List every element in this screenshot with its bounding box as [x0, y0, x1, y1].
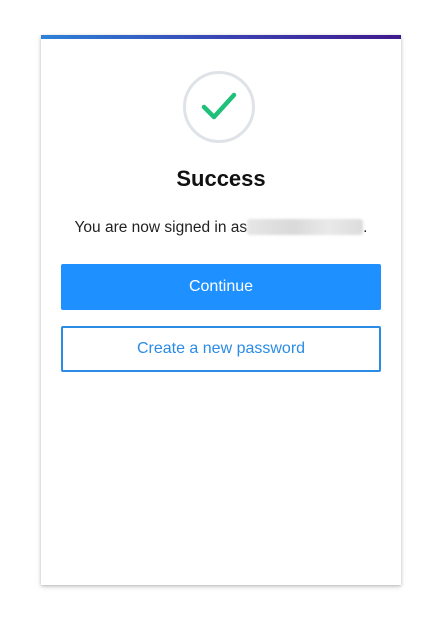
success-status-circle	[183, 71, 255, 143]
check-icon	[201, 92, 237, 120]
success-dialog: Success You are now signed in as. Contin…	[41, 35, 401, 585]
continue-button[interactable]: Continue	[61, 264, 381, 310]
redacted-username	[247, 219, 364, 235]
signed-in-message-period: .	[363, 219, 368, 236]
create-new-password-button[interactable]: Create a new password	[61, 326, 381, 372]
accent-bar	[41, 35, 401, 39]
dialog-title: Success	[176, 166, 266, 191]
signed-in-message: You are now signed in as.	[41, 219, 401, 237]
signed-in-message-text: You are now signed in as	[74, 219, 248, 236]
